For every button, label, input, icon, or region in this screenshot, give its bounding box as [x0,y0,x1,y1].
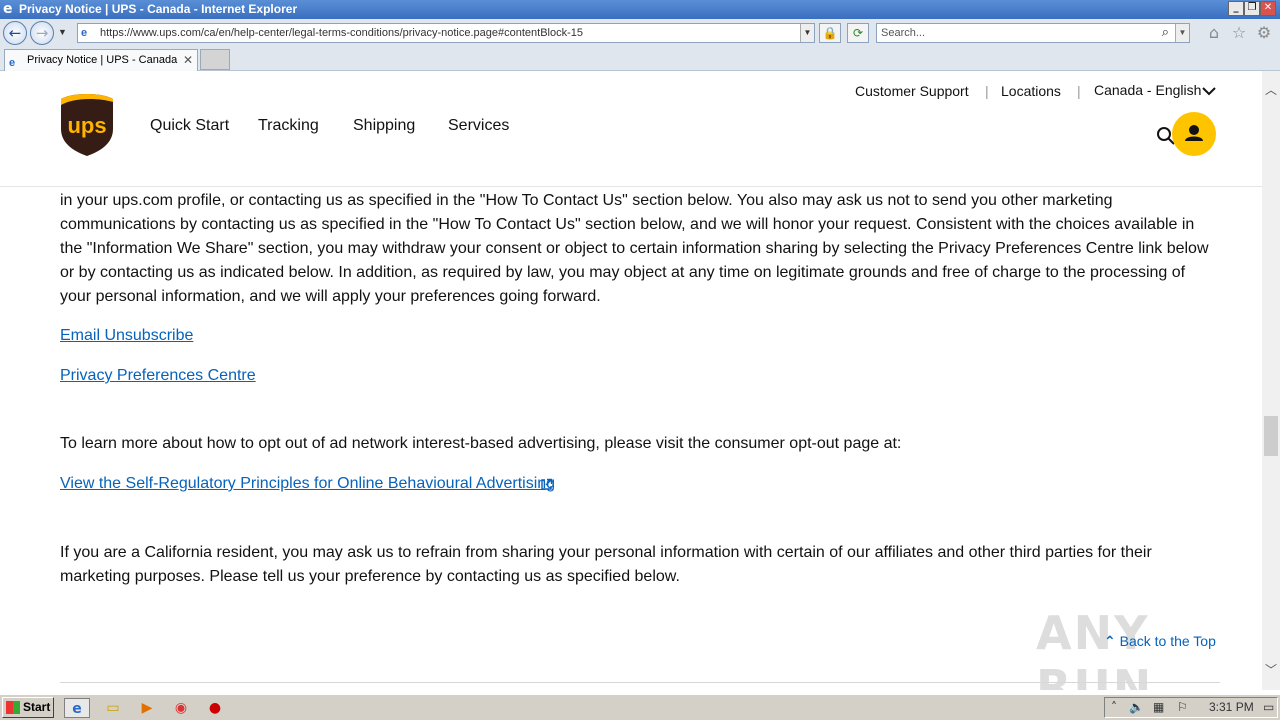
locale-selector[interactable]: Canada - English [1094,82,1201,98]
show-desktop-icon[interactable]: ▭ [1263,698,1274,717]
forward-button[interactable]: → [30,21,54,45]
address-toolbar: ← → ▼ e https://www.ups.com/ca/en/help-c… [0,19,1280,48]
profile-avatar-button[interactable] [1172,112,1216,156]
lock-icon[interactable]: 🔒 [819,23,841,43]
clock[interactable]: 3:31 PM [1209,698,1254,717]
opera-icon[interactable]: ● [202,698,228,718]
chrome-icon[interactable]: ◉ [168,698,194,718]
scrollbar-thumb[interactable] [1264,416,1278,456]
customer-support-link[interactable]: Customer Support [855,83,969,99]
restore-button[interactable]: ❐ [1244,1,1260,16]
locale-label: Canada - English [1094,82,1202,98]
windows-flag-icon [6,701,20,714]
self-regulatory-principles-link[interactable]: View the Self-Regulatory Principles for … [60,472,555,496]
scroll-up-icon[interactable]: ︿ [1262,81,1280,99]
back-to-top-link[interactable]: ⌃ Back to the Top [1104,633,1216,650]
system-tray: ˄ 🔈 ▦ ⚐ 3:31 PM ▭ [1104,697,1278,718]
ie-logo-icon: e [3,1,13,17]
external-link-icon [541,478,553,490]
nav-tracking[interactable]: Tracking [258,117,319,135]
window-title-bar: e Privacy Notice | UPS - Canada - Intern… [0,0,1280,19]
double-chevron-up-icon: ⌃ [1104,634,1116,650]
taskbar: Start e ▭ ▶ ◉ ● ˄ 🔈 ▦ ⚐ 3:31 PM ▭ [0,694,1280,720]
window-title: Privacy Notice | UPS - Canada - Internet… [19,2,298,16]
history-dropdown-icon[interactable]: ▼ [58,27,67,37]
url-text: https://www.ups.com/ca/en/help-center/le… [100,27,584,39]
site-header: ups Quick Start Tracking Shipping Servic… [0,71,1262,187]
scroll-down-icon[interactable]: ﹀ [1262,661,1280,679]
new-tab-button[interactable] [200,49,230,70]
locations-link[interactable]: Locations [1001,83,1061,99]
util-separator: | [985,83,989,99]
back-button[interactable]: ← [3,21,27,45]
url-field[interactable]: e https://www.ups.com/ca/en/help-center/… [77,23,815,43]
ie-taskbar-icon[interactable]: e [64,698,90,718]
search-magnifier-icon[interactable]: ⌕ [1162,24,1169,42]
svg-text:ups: ups [67,113,106,138]
util-separator: | [1077,83,1081,99]
california-paragraph: If you are a California resident, you ma… [60,544,1152,585]
privacy-preferences-centre-link[interactable]: Privacy Preferences Centre [60,364,256,388]
explorer-folder-icon[interactable]: ▭ [100,698,126,718]
ups-logo[interactable]: ups [60,93,114,157]
vertical-scrollbar[interactable]: ︿ ﹀ [1262,71,1280,690]
page-viewport: ups Quick Start Tracking Shipping Servic… [0,71,1262,690]
page-icon: e [81,27,88,39]
minimize-button[interactable]: _ [1228,1,1244,16]
nav-services[interactable]: Services [448,117,509,135]
home-icon[interactable]: ⌂ [1205,24,1223,42]
tray-expand-icon[interactable]: ˄ [1111,698,1117,717]
close-window-button[interactable]: ✕ [1260,1,1276,16]
search-input[interactable]: Search... ⌕ ▼ [876,23,1190,43]
tab-privacy-notice[interactable]: e Privacy Notice | UPS - Canada ✕ [4,49,198,71]
start-button[interactable]: Start [2,697,54,718]
opt-out-paragraph: in your ups.com profile, or contacting u… [60,192,1209,305]
action-center-flag-icon[interactable]: ⚐ [1177,698,1188,717]
settings-gear-icon[interactable]: ⚙ [1255,24,1273,42]
email-unsubscribe-link[interactable]: Email Unsubscribe [60,324,193,348]
tab-close-icon[interactable]: ✕ [183,50,193,70]
refresh-icon[interactable]: ⟳ [847,23,869,43]
media-player-icon[interactable]: ▶ [134,698,160,718]
ad-opt-out-paragraph: To learn more about how to opt out of ad… [60,435,902,452]
volume-icon[interactable]: 🔈 [1129,698,1144,717]
chevron-down-icon[interactable] [1202,86,1216,96]
search-placeholder: Search... [881,27,926,39]
tab-bar: e Privacy Notice | UPS - Canada ✕ [0,48,1280,71]
network-icon[interactable]: ▦ [1153,698,1164,717]
self-regulatory-link-text: View the Self-Regulatory Principles for … [60,475,556,492]
search-dropdown-icon[interactable]: ▼ [1175,24,1189,42]
user-icon [1185,125,1203,141]
tab-label: Privacy Notice | UPS - Canada [27,54,178,66]
nav-quick-start[interactable]: Quick Start [150,117,229,135]
back-to-top-label: Back to the Top [1119,633,1216,649]
url-dropdown-icon[interactable]: ▼ [800,24,814,42]
tab-favicon-icon: e [9,57,16,69]
start-label: Start [23,700,51,714]
favorites-star-icon[interactable]: ☆ [1230,24,1248,42]
content-divider [60,682,1220,683]
nav-shipping[interactable]: Shipping [353,117,415,135]
